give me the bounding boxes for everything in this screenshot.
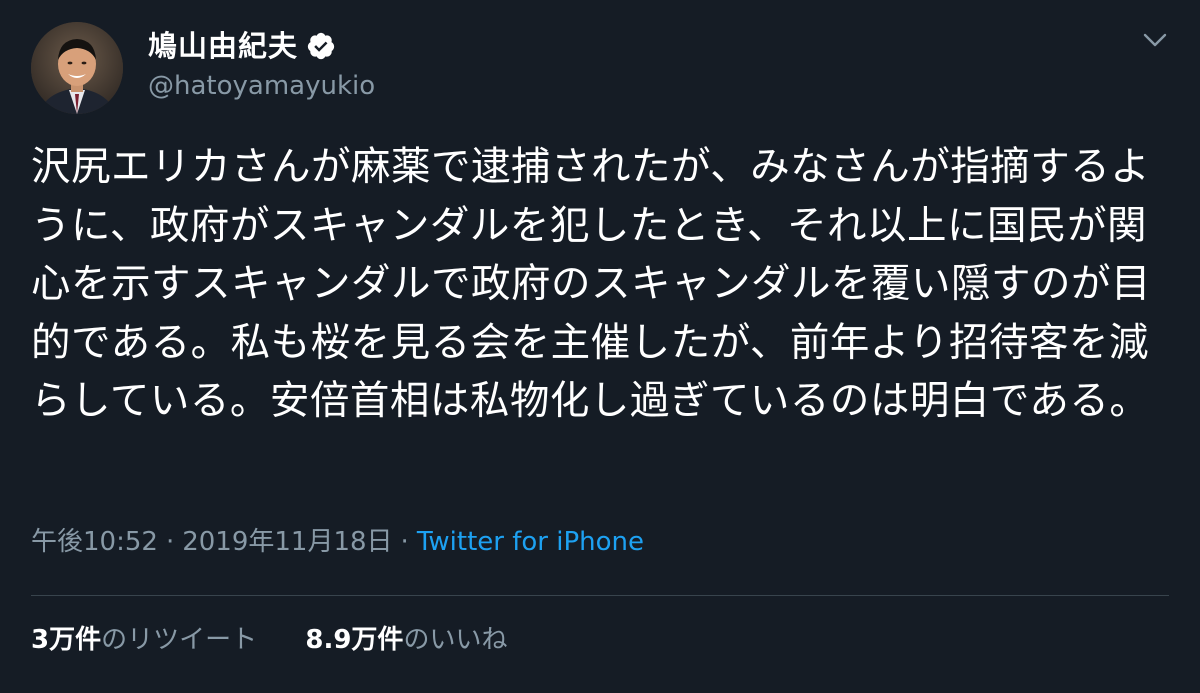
- tweet-source-link[interactable]: Twitter for iPhone: [417, 527, 644, 557]
- verified-badge-icon: [306, 31, 336, 61]
- avatar[interactable]: [31, 22, 123, 114]
- retweets-label: のリツイート: [101, 625, 258, 655]
- divider: [31, 595, 1169, 596]
- author-name-row: 鳩山由紀夫: [148, 26, 336, 66]
- likes-count: 8.9万件: [305, 625, 404, 655]
- avatar-photo: [31, 22, 123, 114]
- tweet-date[interactable]: 2019年11月18日: [182, 527, 392, 557]
- likes-label: のいいね: [403, 625, 508, 655]
- author-display-name[interactable]: 鳩山由紀夫: [148, 26, 298, 66]
- retweets-count: 3万件: [31, 625, 102, 655]
- meta-separator: ·: [400, 527, 409, 557]
- author-handle[interactable]: @hatoyamayukio: [148, 68, 375, 104]
- tweet-stats: 3万件のリツイート 8.9万件のいいね: [31, 622, 507, 658]
- tweet-metadata: 午後10:52 · 2019年11月18日 · Twitter for iPhone: [31, 524, 644, 560]
- retweets-stat[interactable]: 3万件のリツイート: [31, 622, 257, 658]
- tweet-time[interactable]: 午後10:52: [31, 527, 158, 557]
- meta-separator: ·: [165, 527, 175, 557]
- tweet-text: 沢尻エリカさんが麻薬で逮捕されたが、みなさんが指摘するように、政府がスキャンダル…: [31, 144, 1151, 424]
- likes-stat[interactable]: 8.9万件のいいね: [305, 622, 507, 658]
- chevron-down-icon[interactable]: [1142, 30, 1168, 50]
